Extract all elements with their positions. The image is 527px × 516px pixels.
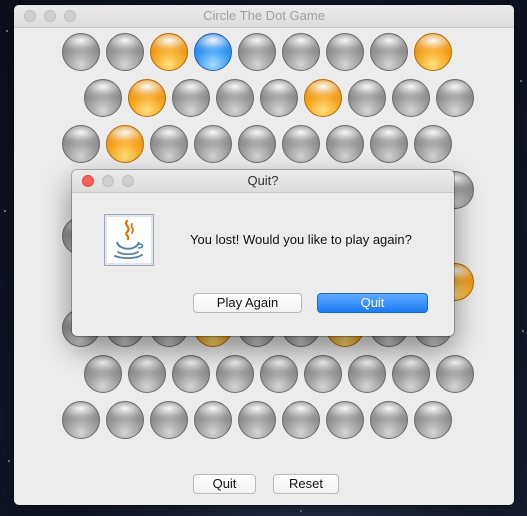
open-dot[interactable] (106, 33, 144, 71)
blocked-dot[interactable] (106, 125, 144, 163)
open-dot[interactable] (194, 125, 232, 163)
open-dot[interactable] (172, 355, 210, 393)
open-dot[interactable] (392, 79, 430, 117)
open-dot[interactable] (62, 401, 100, 439)
blocked-dot[interactable] (304, 79, 342, 117)
quit-button[interactable]: Quit (193, 474, 256, 494)
background-star (4, 210, 6, 212)
open-dot[interactable] (62, 33, 100, 71)
reset-button[interactable]: Reset (273, 474, 339, 494)
open-dot[interactable] (150, 401, 188, 439)
open-dot[interactable] (128, 355, 166, 393)
window-title: Circle The Dot Game (203, 8, 325, 23)
dialog-quit-button[interactable]: Quit (317, 293, 428, 313)
background-star (520, 80, 522, 82)
java-icon (104, 214, 154, 266)
background-star (522, 330, 524, 332)
blocked-dot[interactable] (414, 33, 452, 71)
open-dot[interactable] (216, 79, 254, 117)
open-dot[interactable] (238, 125, 276, 163)
dialog-title: Quit? (247, 173, 279, 188)
play-again-button[interactable]: Play Again (193, 293, 302, 313)
open-dot[interactable] (370, 125, 408, 163)
open-dot[interactable] (84, 355, 122, 393)
blocked-dot[interactable] (128, 79, 166, 117)
open-dot[interactable] (150, 125, 188, 163)
open-dot[interactable] (326, 125, 364, 163)
open-dot[interactable] (414, 401, 452, 439)
background-star (8, 460, 10, 462)
blocked-dot[interactable] (150, 33, 188, 71)
window-titlebar[interactable]: Circle The Dot Game (14, 5, 514, 28)
open-dot[interactable] (392, 355, 430, 393)
open-dot[interactable] (282, 33, 320, 71)
open-dot[interactable] (106, 401, 144, 439)
open-dot[interactable] (370, 33, 408, 71)
open-dot[interactable] (260, 79, 298, 117)
open-dot[interactable] (238, 401, 276, 439)
open-dot[interactable] (436, 355, 474, 393)
open-dot[interactable] (260, 355, 298, 393)
open-dot[interactable] (216, 355, 254, 393)
dialog-titlebar[interactable]: Quit? (72, 170, 454, 193)
open-dot[interactable] (326, 401, 364, 439)
open-dot[interactable] (62, 125, 100, 163)
dialog-message: You lost! Would you like to play again? (190, 232, 412, 247)
open-dot[interactable] (370, 401, 408, 439)
quit-dialog: Quit? You lost! Would you like to play a… (72, 170, 454, 336)
background-star (6, 30, 8, 32)
open-dot[interactable] (326, 33, 364, 71)
current-dot[interactable] (194, 33, 232, 71)
open-dot[interactable] (348, 79, 386, 117)
open-dot[interactable] (436, 79, 474, 117)
open-dot[interactable] (282, 125, 320, 163)
open-dot[interactable] (414, 125, 452, 163)
open-dot[interactable] (304, 355, 342, 393)
open-dot[interactable] (238, 33, 276, 71)
open-dot[interactable] (172, 79, 210, 117)
background-star (300, 510, 302, 512)
open-dot[interactable] (282, 401, 320, 439)
open-dot[interactable] (84, 79, 122, 117)
open-dot[interactable] (194, 401, 232, 439)
open-dot[interactable] (348, 355, 386, 393)
